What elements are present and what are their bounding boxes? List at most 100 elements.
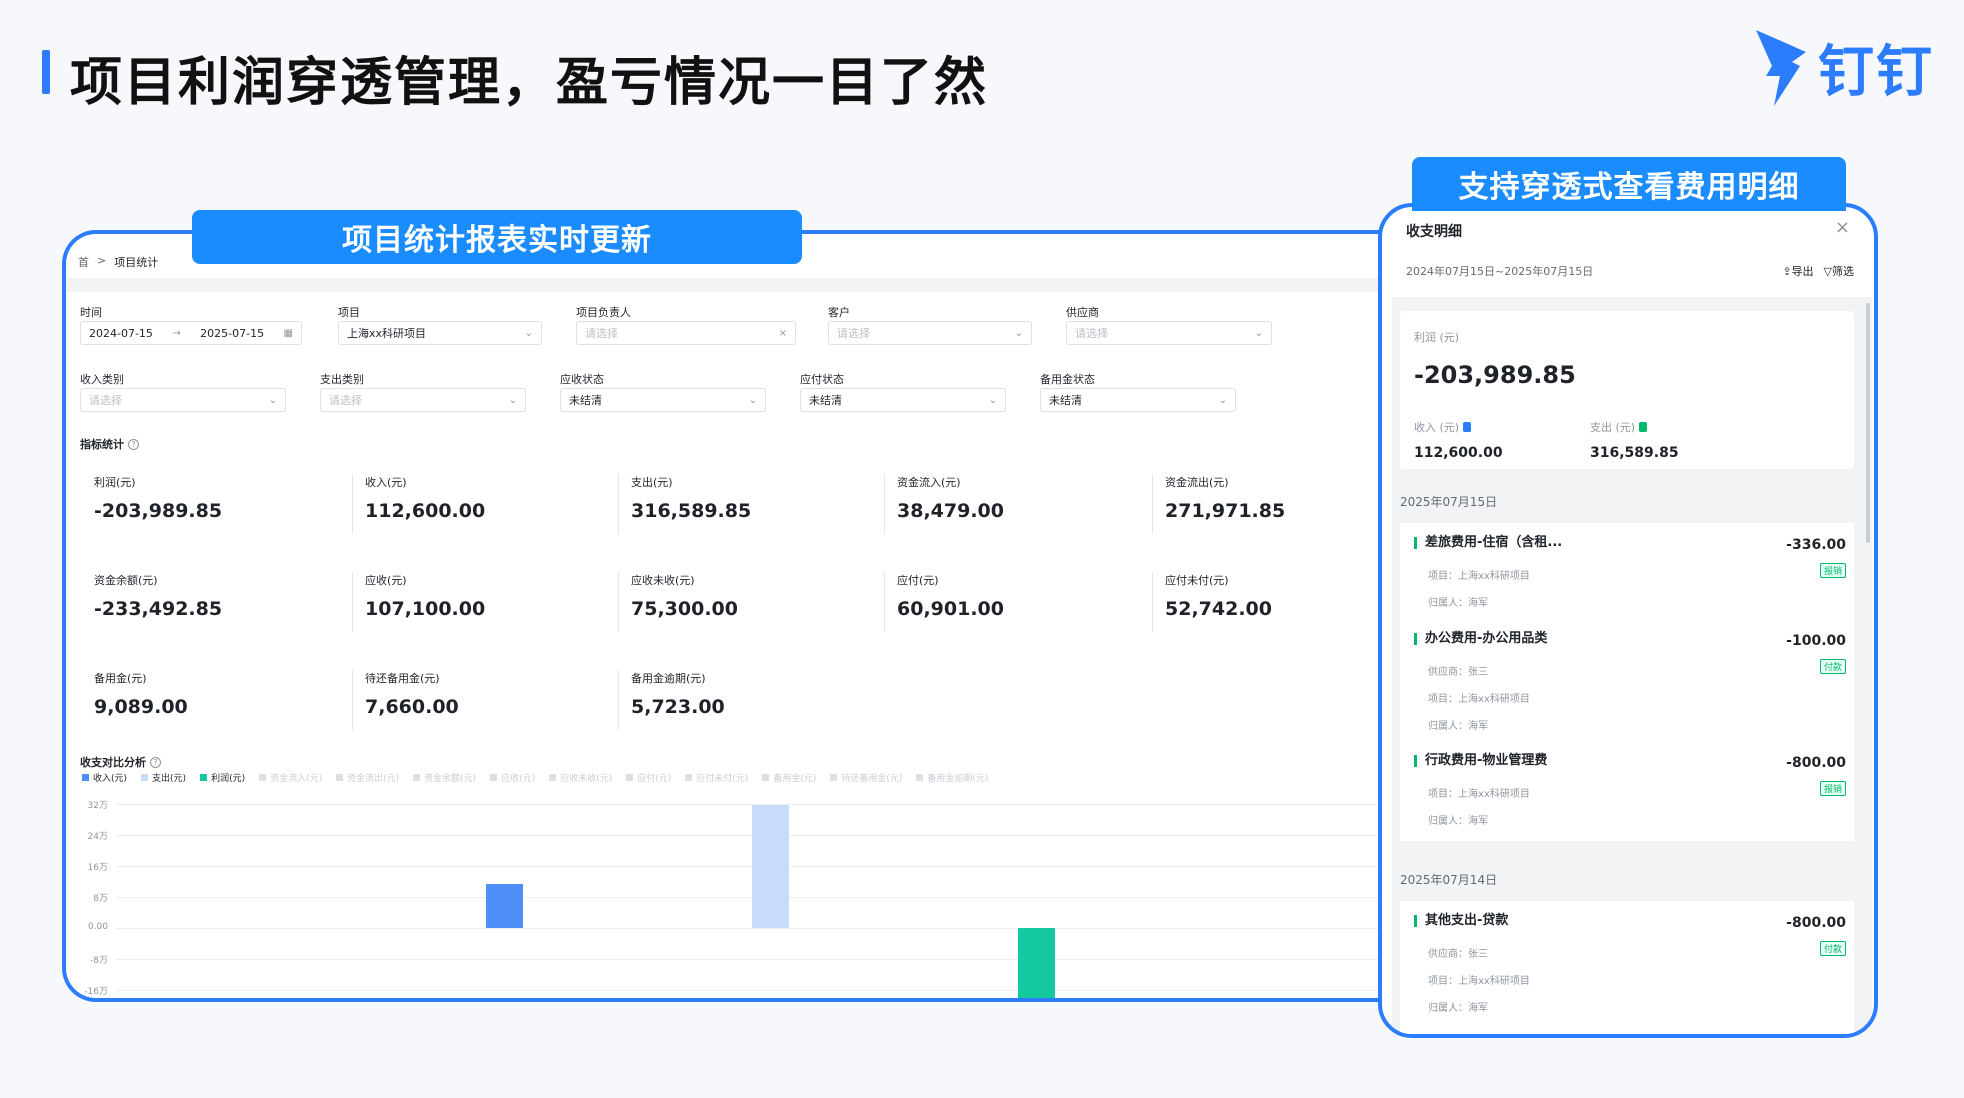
expense-type-select[interactable]: 请选择 ⌄	[320, 388, 526, 412]
legend-label: 支出(元)	[152, 774, 187, 784]
list-item[interactable]: 行政费用-物业管理费 -800.00 报销 项目：上海xx科研项目 归属人：海军	[1400, 741, 1854, 841]
expense-value: 316,589.85	[1590, 445, 1679, 461]
legend-item[interactable]: 支出(元)	[141, 771, 186, 784]
list-item[interactable]: 办公费用-办公用品类 -100.00 付款 供应商：张三 项目：上海xx科研项目…	[1400, 619, 1854, 743]
item-detail-line: 归属人：海军	[1428, 1003, 1488, 1014]
date-group-header: 2025年07月15日	[1400, 495, 1498, 509]
calendar-icon: ▦	[283, 327, 293, 339]
dingtalk-logo: 钉钉	[1752, 26, 1934, 108]
filter-label-supplier: 供应商	[1066, 306, 1099, 319]
filter-button[interactable]: ▽筛选	[1824, 263, 1854, 279]
supplier-placeholder: 请选择	[1075, 327, 1108, 340]
metric-label: 应付未付(元)	[1165, 574, 1229, 587]
detail-scroll-area[interactable]: 利润 (元) -203,989.85 收入 (元) 112,600.00 支出 …	[1392, 297, 1872, 1034]
legend-item[interactable]: 资金余额(元)	[413, 771, 476, 784]
scrollbar[interactable]	[1866, 303, 1870, 543]
detail-actions: ⇪导出 ▽筛选	[1782, 263, 1854, 279]
date-range-picker[interactable]: 2024-07-15 → 2025-07-15 ▦	[80, 321, 302, 345]
legend-item[interactable]: 应付(元)	[626, 771, 671, 784]
metric-cash-balance: 资金余额(元) -233,492.85	[94, 572, 334, 632]
receivable-status-select[interactable]: 未结清 ⌄	[560, 388, 766, 412]
item-amount: -800.00	[1786, 755, 1846, 771]
filter-label-customer: 客户	[828, 306, 850, 319]
metric-expense: 支出(元) 316,589.85	[618, 474, 858, 534]
legend-item[interactable]: 应收未收(元)	[549, 771, 612, 784]
y-tick-label: 0.00	[87, 922, 108, 932]
item-name: 行政费用-物业管理费	[1414, 754, 1547, 767]
metric-petty-cash: 备用金(元) 9,089.00	[94, 670, 334, 730]
metrics-section-label: 指标统计	[80, 438, 124, 451]
clear-icon[interactable]: ×	[779, 328, 787, 339]
item-amount: -100.00	[1786, 633, 1846, 649]
list-item[interactable]: 其他支出-贷款 -800.00 付款 供应商：张三 项目：上海xx科研项目 归属…	[1400, 901, 1854, 1034]
chart-title: 收支对比分析	[80, 756, 146, 769]
filter-label-payable-status: 应付状态	[800, 373, 844, 386]
legend-item[interactable]: 利润(元)	[200, 771, 245, 784]
legend-item[interactable]: 资金流出(元)	[336, 771, 399, 784]
breadcrumb-separator: >	[97, 254, 107, 267]
date-start: 2024-07-15	[89, 326, 153, 340]
date-range-arrow: →	[172, 327, 181, 339]
chevron-down-icon: ⌄	[1254, 327, 1263, 339]
expense-label: 支出 (元)	[1590, 421, 1636, 434]
bar-profit[interactable]	[1018, 928, 1055, 998]
legend-item[interactable]: 备用金逾期(元)	[916, 771, 988, 784]
bar-expense[interactable]	[752, 805, 789, 928]
legend-swatch	[916, 774, 924, 781]
income-type-select[interactable]: 请选择 ⌄	[80, 388, 286, 412]
export-label: 导出	[1791, 265, 1814, 278]
payable-status-value: 未结清	[809, 394, 842, 407]
metric-receivable: 应收(元) 107,100.00	[352, 572, 592, 632]
metric-label: 应收未收(元)	[631, 574, 695, 587]
metric-label: 支出(元)	[631, 476, 673, 489]
help-icon[interactable]: ?	[128, 438, 139, 450]
metric-label: 利润(元)	[94, 476, 136, 489]
legend-item[interactable]: 资金流入(元)	[259, 771, 322, 784]
breadcrumb: 首 > 项目统计	[78, 254, 158, 270]
item-detail-line: 供应商：张三	[1428, 667, 1488, 678]
metrics-section-title: 指标统计 ?	[80, 436, 139, 452]
metric-income: 收入(元) 112,600.00	[352, 474, 592, 534]
grid-line	[116, 928, 1402, 929]
legend-item[interactable]: 收入(元)	[82, 771, 127, 784]
metric-label: 备用金逾期(元)	[631, 672, 706, 685]
chevron-down-icon: ⌄	[508, 394, 517, 406]
supplier-select[interactable]: 请选择 ⌄	[1066, 321, 1272, 345]
detail-feature-tag: 支持穿透式查看费用明细	[1412, 157, 1846, 211]
filter-label-petty-cash-status: 备用金状态	[1040, 373, 1095, 386]
close-icon[interactable]: ×	[1835, 217, 1850, 238]
y-tick-label: -16万	[84, 987, 108, 997]
metric-payable: 应付(元) 60,901.00	[884, 572, 1124, 632]
metric-value: 316,589.85	[631, 500, 752, 522]
legend-item[interactable]: 待还备用金(元)	[830, 771, 902, 784]
item-name: 其他支出-贷款	[1414, 914, 1508, 927]
petty-cash-status-select[interactable]: 未结清 ⌄	[1040, 388, 1236, 412]
breadcrumb-current: 项目统计	[114, 256, 159, 269]
legend-item[interactable]: 应收(元)	[490, 771, 535, 784]
filter-label-time: 时间	[80, 306, 102, 319]
list-item[interactable]: 差旅费用-住宿（含租... -336.00 报销 项目：上海xx科研项目 归属人…	[1400, 523, 1854, 623]
project-report-panel: 首 > 项目统计 时间 2024-07-15 → 2025-07-15 ▦ 项目…	[62, 230, 1402, 1002]
metric-value: 60,901.00	[897, 598, 1004, 620]
item-type-badge: 付款	[1819, 659, 1846, 674]
project-select[interactable]: 上海xx科研项目 ⌄	[338, 321, 542, 345]
legend-item[interactable]: 备用金(元)	[762, 771, 816, 784]
filter-label-receivable-status: 应收状态	[560, 373, 604, 386]
income-expense-detail-panel: 收支明细 × 2024年07月15日~2025年07月15日 ⇪导出 ▽筛选 利…	[1378, 203, 1878, 1038]
help-icon[interactable]: ?	[150, 756, 161, 768]
payable-status-select[interactable]: 未结清 ⌄	[800, 388, 1006, 412]
breadcrumb-home[interactable]: 首	[78, 254, 89, 270]
chevron-down-icon: ⌄	[988, 394, 997, 406]
metric-label: 资金流入(元)	[897, 476, 961, 489]
date-end: 2025-07-15	[200, 326, 265, 340]
manager-placeholder: 请选择	[585, 327, 618, 340]
legend-item[interactable]: 应付未付(元)	[685, 771, 748, 784]
legend-swatch	[82, 774, 89, 781]
legend-label: 应付未付(元)	[696, 774, 749, 784]
item-detail-line: 项目：上海xx科研项目	[1428, 571, 1530, 582]
item-name: 差旅费用-住宿（含租...	[1414, 536, 1562, 549]
export-button[interactable]: ⇪导出	[1782, 263, 1813, 279]
manager-select[interactable]: 请选择 ×	[576, 321, 796, 345]
bar-income[interactable]	[486, 884, 523, 928]
customer-select[interactable]: 请选择 ⌄	[828, 321, 1032, 345]
